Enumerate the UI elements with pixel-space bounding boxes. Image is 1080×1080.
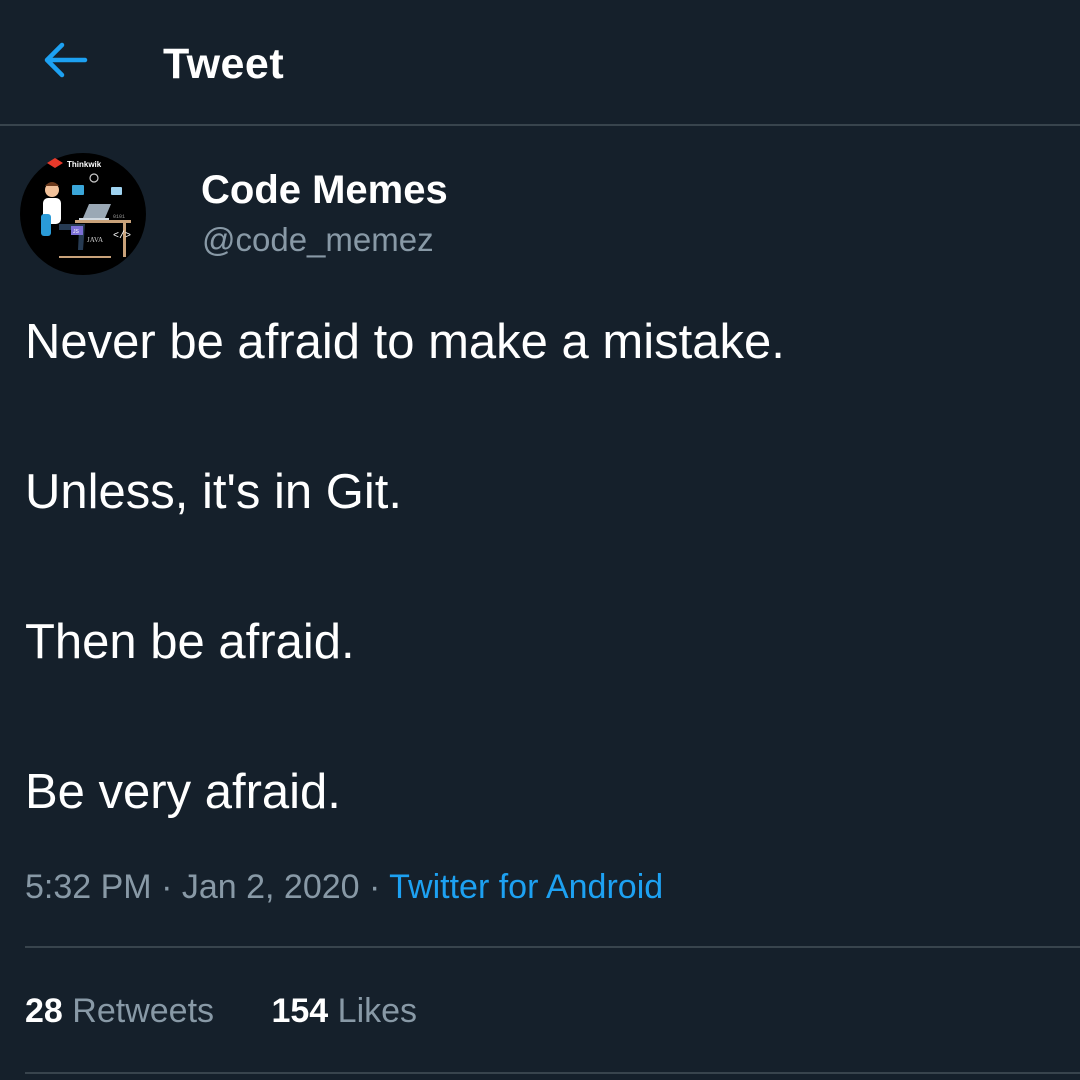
svg-text:JAVA: JAVA: [87, 236, 103, 244]
author-display-name[interactable]: Code Memes: [201, 166, 448, 214]
tweet-meta: 5:32 PM · Jan 2, 2020 · Twitter for Andr…: [25, 866, 663, 908]
tweet-date[interactable]: Jan 2, 2020: [182, 868, 360, 906]
likes-label: Likes: [337, 992, 418, 1030]
back-button[interactable]: [38, 38, 90, 82]
author-handle[interactable]: @code_memez: [202, 220, 434, 260]
meta-separator: ·: [151, 868, 182, 906]
tweet-time[interactable]: 5:32 PM: [25, 868, 152, 906]
likes-stat[interactable]: 154 Likes: [271, 990, 417, 1032]
likes-count: 154: [271, 992, 329, 1030]
tweet-stats: 28 Retweets 154 Likes: [25, 990, 417, 1032]
tweet-text-line: Never be afraid to make a mistake.: [25, 315, 785, 369]
retweets-stat[interactable]: 28 Retweets: [25, 990, 214, 1032]
tweet-text-line: Be very afraid.: [25, 765, 341, 819]
svg-text:</>: </>: [113, 230, 131, 242]
svg-text:0101: 0101: [113, 214, 125, 220]
retweets-label: Retweets: [72, 992, 215, 1030]
retweets-count: 28: [25, 992, 63, 1030]
tweet-source-link[interactable]: Twitter for Android: [389, 868, 663, 906]
divider: [25, 1072, 1080, 1074]
arrow-left-icon: [44, 42, 88, 78]
divider: [25, 946, 1080, 948]
avatar[interactable]: Thinkwik JS JAVA </> 0101: [19, 152, 147, 276]
tweet-text-line: Unless, it's in Git.: [25, 465, 402, 519]
svg-text:JS: JS: [73, 229, 80, 235]
meta-separator: ·: [359, 868, 390, 906]
page-title: Tweet: [163, 40, 285, 88]
tweet-text-line: Then be afraid.: [25, 615, 355, 669]
header-bar: Tweet: [0, 0, 1080, 126]
svg-text:Thinkwik: Thinkwik: [67, 160, 102, 169]
